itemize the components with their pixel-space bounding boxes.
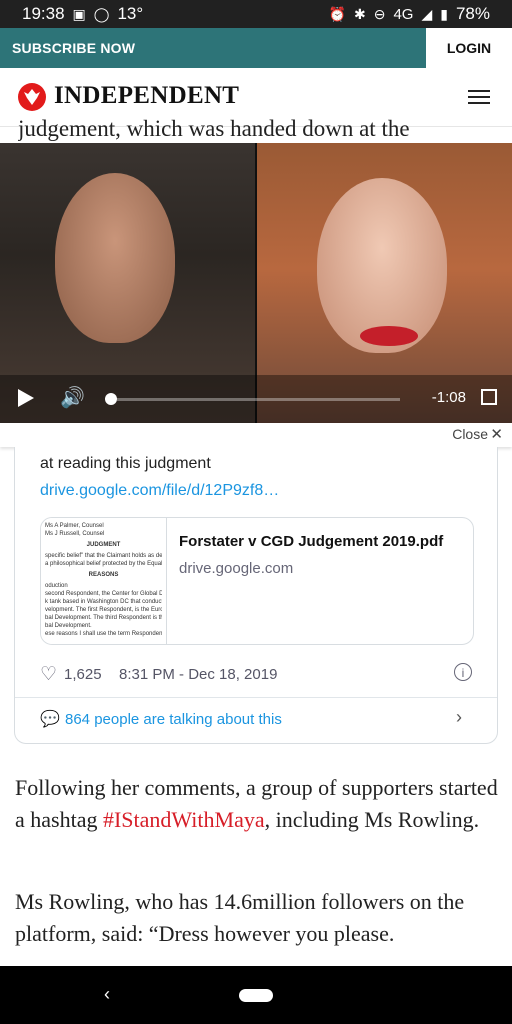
battery-icon: ▮ xyxy=(440,5,448,22)
article-cutoff-text: judgement, which was handed down at the xyxy=(18,116,410,141)
status-bar: 19:38 ▣ ◯ 13° ⏰ ✱ ⊖ 4G ◢ ▮ 78% xyxy=(0,0,512,28)
login-button[interactable]: LOGIN xyxy=(426,28,512,68)
article-paragraph-2: Ms Rowling, who has 14.6million follower… xyxy=(15,889,465,946)
tweet-text: at reading this judgment xyxy=(40,455,211,472)
volume-icon[interactable]: 🔊 xyxy=(60,385,85,410)
back-icon[interactable]: ‹ xyxy=(104,984,110,1005)
home-pill-icon[interactable] xyxy=(239,989,273,1002)
close-icon[interactable]: ✕ xyxy=(490,425,503,443)
subscribe-bar: SUBSCRIBE NOW LOGIN xyxy=(0,28,512,68)
eagle-logo-icon[interactable] xyxy=(18,83,46,111)
signal-icon: ◢ xyxy=(421,5,433,22)
like-count: 1,625 xyxy=(64,666,102,683)
subscribe-now-link[interactable]: SUBSCRIBE NOW xyxy=(12,28,135,68)
system-nav-bar: ‹ xyxy=(0,966,512,1024)
menu-icon[interactable] xyxy=(468,90,490,105)
time-remaining: -1:08 xyxy=(431,389,466,406)
video-close-bar: Close ✕ xyxy=(0,423,512,447)
heart-icon[interactable]: ♡ xyxy=(40,663,57,686)
bluetooth-icon: ✱ xyxy=(353,5,366,22)
clock: 19:38 xyxy=(22,4,65,23)
tweet-timestamp[interactable]: 8:31 PM - Dec 18, 2019 xyxy=(119,666,277,683)
alarm-icon: ⏰ xyxy=(328,5,346,22)
close-button[interactable]: Close xyxy=(452,426,488,442)
document-thumbnail: Ms A Palmer, Counsel Ms J Russell, Couns… xyxy=(41,518,167,644)
progress-track[interactable] xyxy=(117,398,400,401)
play-icon[interactable] xyxy=(18,389,34,407)
fullscreen-icon[interactable] xyxy=(481,389,497,405)
network-type: 4G xyxy=(393,5,414,23)
temperature: 13° xyxy=(117,4,144,23)
article-paragraph: Following her comments, a group of suppo… xyxy=(15,775,498,832)
site-logo[interactable]: INDEPENDENT xyxy=(54,82,239,110)
chevron-right-icon[interactable]: › xyxy=(456,707,462,728)
link-card[interactable]: Ms A Palmer, Counsel Ms J Russell, Couns… xyxy=(40,517,474,645)
battery-percent: 78% xyxy=(455,4,490,23)
dnd-icon: ⊖ xyxy=(373,5,386,22)
scrubber-handle[interactable] xyxy=(105,393,117,405)
card-title: Forstater v CGD Judgement 2019.pdf xyxy=(179,533,444,550)
video-player[interactable]: 🔊 -1:08 xyxy=(0,143,512,423)
tweet-link[interactable]: drive.google.com/file/d/12P9zf8… xyxy=(40,482,279,500)
hashtag-link[interactable]: #IStandWithMaya xyxy=(103,807,265,832)
divider xyxy=(15,697,497,698)
whatsapp-icon: ◯ xyxy=(93,5,110,22)
video-controls: 🔊 -1:08 xyxy=(0,375,512,423)
gallery-icon: ▣ xyxy=(72,5,86,22)
embedded-tweet: at reading this judgment drive.google.co… xyxy=(14,447,498,744)
comment-icon[interactable]: 💬 xyxy=(40,709,60,729)
conversation-link[interactable]: 864 people are talking about this xyxy=(65,711,282,728)
info-icon[interactable]: i xyxy=(454,663,472,681)
card-domain: drive.google.com xyxy=(179,560,294,577)
